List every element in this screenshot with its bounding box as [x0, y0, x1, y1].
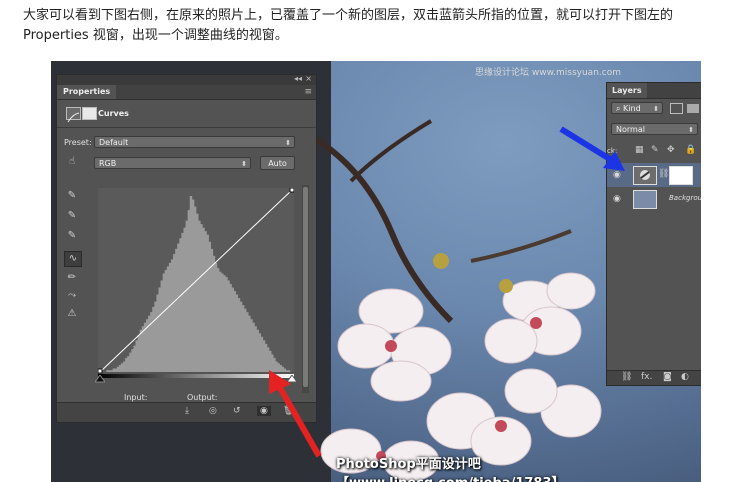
eyedropper-black-icon[interactable]: ✎	[64, 189, 80, 203]
pencil-icon[interactable]: ✏	[64, 271, 80, 285]
tab-layers[interactable]: Layers	[607, 83, 647, 98]
lock-position-icon[interactable]: ✥	[667, 145, 675, 155]
curve-point-icon[interactable]: ∿	[64, 251, 82, 267]
preset-value: Default	[99, 138, 129, 147]
red-arrow-annotation	[269, 370, 322, 458]
smooth-icon[interactable]: ⤳	[64, 289, 80, 303]
panel-menu-icon[interactable]: ≡	[304, 85, 312, 99]
adjustment-icon[interactable]: ◐	[681, 372, 689, 382]
scrollbar-thumb[interactable]	[303, 187, 308, 387]
chevron-down-icon: ⬍	[688, 126, 694, 134]
tab-properties[interactable]: Properties	[57, 85, 117, 99]
preset-label: Preset:	[64, 138, 92, 147]
adjustment-filter-icon[interactable]	[687, 104, 699, 113]
collapse-icon[interactable]: ◂◂	[294, 74, 302, 83]
auto-button[interactable]: Auto	[260, 156, 295, 170]
kind-label: Kind	[623, 104, 641, 113]
clip-to-layer-icon[interactable]: ⤓	[185, 406, 189, 416]
fx-icon[interactable]: fx.	[641, 372, 652, 382]
eyedropper-white-icon[interactable]: ✎	[64, 229, 80, 243]
chevron-down-icon: ⬍	[285, 139, 291, 147]
eyedropper-gray-icon[interactable]: ✎	[64, 209, 80, 223]
pixel-filter-icon[interactable]	[670, 103, 683, 114]
curves-adjustment-icon	[66, 107, 81, 123]
view-previous-icon[interactable]: ◎	[209, 406, 217, 416]
curves-graph[interactable]	[98, 188, 294, 380]
channel-select[interactable]: RGB ⬍	[94, 157, 251, 169]
layer-name[interactable]: Backgroun	[669, 194, 701, 202]
adjustment-title: Curves	[98, 109, 129, 118]
panel-title-bar[interactable]: ◂◂ ×	[57, 74, 316, 85]
layer-mask-icon	[82, 107, 97, 120]
watermark-top: 思缘设计论坛 www.missyuan.com	[475, 68, 621, 78]
black-point-slider-icon[interactable]	[95, 375, 105, 383]
chevron-down-icon: ⬍	[653, 105, 659, 113]
curve-point-white[interactable]	[289, 188, 294, 193]
blue-arrow-annotation	[559, 126, 625, 171]
search-icon: ⌕	[616, 104, 624, 113]
watermark-bottom: PhotoShop平面设计吧 【www.linecg.com/tieba/178…	[336, 457, 565, 482]
layer-mask-thumbnail[interactable]	[669, 166, 693, 185]
link-icon[interactable]: ⛓	[621, 372, 632, 382]
mask-icon[interactable]: ◙	[663, 372, 672, 382]
photoshop-screenshot: 思缘设计论坛 www.missyuan.com PhotoShop平面设计吧 【…	[51, 61, 701, 482]
reset-icon[interactable]: ↺	[233, 406, 241, 416]
layers-bottom-bar: ⛓ fx. ◙ ◐	[607, 370, 701, 385]
preset-select[interactable]: Default ⬍	[94, 136, 295, 148]
curves-adjustment-thumbnail[interactable]	[633, 166, 657, 185]
chain-link-icon[interactable]: ⛓	[658, 169, 669, 179]
chevron-down-icon: ⬍	[241, 160, 247, 168]
close-icon[interactable]: ×	[305, 74, 312, 83]
channel-value: RGB	[99, 159, 117, 168]
divider	[57, 127, 316, 128]
curve-point-black[interactable]	[98, 368, 103, 374]
lock-all-icon[interactable]: 🔒	[685, 145, 696, 155]
article-caption: 大家可以看到下图右侧，在原来的照片上，已覆盖了一个新的图层，双击蓝箭头所指的位置…	[23, 8, 674, 43]
output-label: Output:	[187, 393, 218, 402]
layer-row-background[interactable]: ◉ Backgroun	[607, 187, 701, 211]
targeted-adjustment-hand-icon[interactable]: ☝	[64, 155, 80, 169]
properties-tab-row: Properties ≡	[57, 85, 316, 100]
input-label: Input:	[124, 393, 148, 402]
kind-filter-select[interactable]: ⌕ Kind ⬍	[611, 102, 663, 114]
lock-pixels-icon[interactable]: ✎	[651, 145, 659, 155]
background-thumbnail[interactable]	[633, 190, 657, 209]
visibility-eye-icon[interactable]: ◉	[613, 194, 621, 204]
layers-tab-row: Layers	[607, 83, 701, 99]
lock-transparent-icon[interactable]: ▦	[635, 145, 644, 155]
clipping-warning-icon[interactable]: ⚠	[64, 307, 80, 321]
properties-scrollbar[interactable]	[302, 185, 309, 393]
